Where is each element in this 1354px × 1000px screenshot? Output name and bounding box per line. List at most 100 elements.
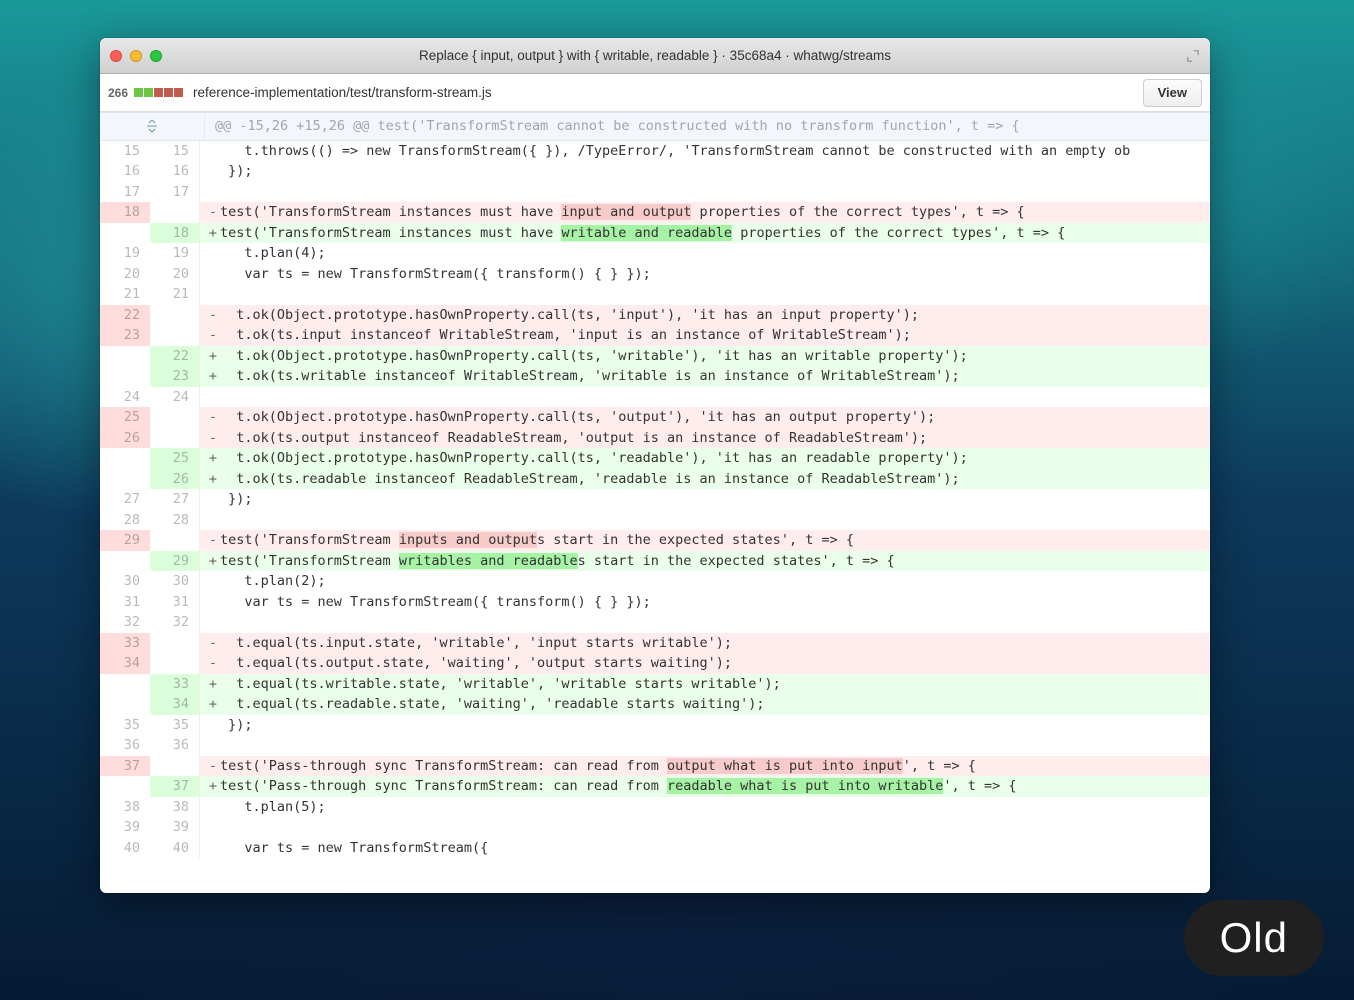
diff-row: 22+ t.ok(Object.prototype.hasOwnProperty… [100, 346, 1210, 367]
line-number-old: 23 [100, 325, 150, 346]
code-line: t.throws(() => new TransformStream({ }),… [200, 141, 1210, 162]
hunk-text: @@ -15,26 +15,26 @@ test('TransformStrea… [205, 113, 1030, 140]
code-line: +test('TransformStream instances must ha… [200, 223, 1210, 244]
diff-row: 2828 [100, 510, 1210, 531]
diff-row: 23 - t.ok(ts.input instanceof WritableStr… [100, 325, 1210, 346]
line-number-old: 39 [100, 817, 150, 838]
line-number-new: 28 [150, 510, 200, 531]
diff-row: 33+ t.equal(ts.writable.state, 'writable… [100, 674, 1210, 695]
line-number-new: 27 [150, 489, 200, 510]
diff-row: 3030 t.plan(2); [100, 571, 1210, 592]
code-line: -test('Pass-through sync TransformStream… [200, 756, 1210, 777]
diff-row: 3232 [100, 612, 1210, 633]
line-number-new: 18 [150, 223, 200, 244]
line-number-new: 40 [150, 838, 200, 859]
code-line [200, 510, 1210, 531]
diff-row: 1717 [100, 182, 1210, 203]
line-number-new: 29 [150, 551, 200, 572]
diff-row: 2424 [100, 387, 1210, 408]
code-line: + t.ok(ts.readable instanceof ReadableSt… [200, 469, 1210, 490]
diff-row: 18-test('TransformStream instances must … [100, 202, 1210, 223]
diff-row: 1616 }); [100, 161, 1210, 182]
line-number-old [100, 223, 150, 244]
code-line: }); [200, 489, 1210, 510]
line-number-new: 21 [150, 284, 200, 305]
line-number-old: 26 [100, 428, 150, 449]
line-number-old [100, 366, 150, 387]
line-number-new: 19 [150, 243, 200, 264]
old-badge: Old [1184, 900, 1324, 976]
diff-row: 4040 var ts = new TransformStream({ [100, 838, 1210, 859]
line-number-old [100, 674, 150, 695]
line-number-old [100, 448, 150, 469]
line-number-old: 24 [100, 387, 150, 408]
line-number-old: 17 [100, 182, 150, 203]
code-line: -test('TransformStream instances must ha… [200, 202, 1210, 223]
code-line [200, 612, 1210, 633]
line-number-old: 20 [100, 264, 150, 285]
line-number-new: 37 [150, 776, 200, 797]
code-line: - t.equal(ts.input.state, 'writable', 'i… [200, 633, 1210, 654]
line-number-new [150, 202, 200, 223]
line-number-new: 17 [150, 182, 200, 203]
line-number-new: 24 [150, 387, 200, 408]
diff-row: 3131 var ts = new TransformStream({ tran… [100, 592, 1210, 613]
diff-row: 3838 t.plan(5); [100, 797, 1210, 818]
diff-row: 3636 [100, 735, 1210, 756]
file-path: reference-implementation/test/transform-… [193, 85, 492, 100]
line-number-old: 15 [100, 141, 150, 162]
diff-row: 1515 t.throws(() => new TransformStream(… [100, 141, 1210, 162]
line-number-new: 35 [150, 715, 200, 736]
line-number-old: 16 [100, 161, 150, 182]
line-number-old: 21 [100, 284, 150, 305]
diff-row: 26- t.ok(ts.output instanceof ReadableSt… [100, 428, 1210, 449]
diff-row: 29+test('TransformStream writables and r… [100, 551, 1210, 572]
line-number-old [100, 346, 150, 367]
line-number-old: 34 [100, 653, 150, 674]
view-button[interactable]: View [1143, 79, 1202, 107]
code-line [200, 735, 1210, 756]
line-number-old: 31 [100, 592, 150, 613]
line-number-old: 29 [100, 530, 150, 551]
line-number-new [150, 428, 200, 449]
code-line: t.plan(5); [200, 797, 1210, 818]
line-number-new: 36 [150, 735, 200, 756]
code-line: + t.ok(ts.writable instanceof WritableSt… [200, 366, 1210, 387]
code-line: + t.equal(ts.writable.state, 'writable',… [200, 674, 1210, 695]
titlebar: Replace { input, output } with { writabl… [100, 38, 1210, 74]
diff-row: 2121 [100, 284, 1210, 305]
diff-row: 37+test('Pass-through sync TransformStre… [100, 776, 1210, 797]
diff-row: 2020 var ts = new TransformStream({ tran… [100, 264, 1210, 285]
diff-row: 25+ t.ok(Object.prototype.hasOwnProperty… [100, 448, 1210, 469]
line-number-new: 31 [150, 592, 200, 613]
line-number-new: 15 [150, 141, 200, 162]
line-number-old: 22 [100, 305, 150, 326]
line-number-new [150, 633, 200, 654]
code-line: - t.ok(ts.input instanceof WritableStrea… [200, 325, 1210, 346]
line-number-new [150, 756, 200, 777]
code-line [200, 284, 1210, 305]
code-line: + t.ok(Object.prototype.hasOwnProperty.c… [200, 448, 1210, 469]
close-icon[interactable] [110, 50, 122, 62]
line-number-new [150, 407, 200, 428]
diff-row: 29-test('TransformStream inputs and outp… [100, 530, 1210, 551]
line-number-new: 23 [150, 366, 200, 387]
line-number-old: 36 [100, 735, 150, 756]
code-line: var ts = new TransformStream({ transform… [200, 264, 1210, 285]
diff-body[interactable]: @@ -15,26 +15,26 @@ test('TransformStrea… [100, 112, 1210, 893]
line-number-new: 38 [150, 797, 200, 818]
minimize-icon[interactable] [130, 50, 142, 62]
code-line: var ts = new TransformStream({ [200, 838, 1210, 859]
diff-row: 1919 t.plan(4); [100, 243, 1210, 264]
code-line: t.plan(2); [200, 571, 1210, 592]
expand-icon[interactable] [144, 118, 160, 134]
diff-row: 33- t.equal(ts.input.state, 'writable', … [100, 633, 1210, 654]
line-number-new: 26 [150, 469, 200, 490]
traffic-lights [110, 50, 162, 62]
file-header: 266 reference-implementation/test/transf… [100, 74, 1210, 112]
zoom-icon[interactable] [150, 50, 162, 62]
line-number-old: 37 [100, 756, 150, 777]
window-title: Replace { input, output } with { writabl… [100, 48, 1210, 63]
fullscreen-icon[interactable] [1186, 49, 1200, 63]
line-number-old: 30 [100, 571, 150, 592]
